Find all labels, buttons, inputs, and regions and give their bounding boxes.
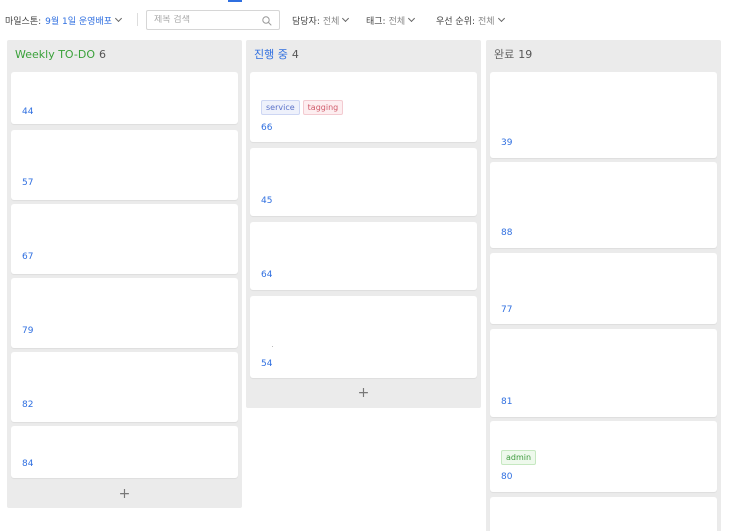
- column-title: 완료: [494, 48, 515, 61]
- task-card[interactable]: 64: [250, 222, 477, 290]
- search-input[interactable]: [154, 15, 254, 25]
- priority-label: 우선 순위:: [436, 16, 476, 27]
- card-number: 45: [261, 196, 273, 206]
- chevron-down-icon: [342, 14, 350, 22]
- card-number: 84: [22, 459, 34, 469]
- task-card[interactable]: 67: [11, 204, 238, 274]
- task-card[interactable]: 39: [490, 72, 717, 158]
- column-done: 완료 19 39 88 77 81 admin 80: [486, 40, 721, 531]
- column-count: 19: [518, 47, 533, 61]
- card-tags: service tagging: [261, 100, 344, 115]
- task-card[interactable]: 57: [11, 130, 238, 200]
- milestone-label: 마일스톤:: [5, 16, 42, 27]
- column-header: 진행 중 4: [246, 40, 481, 68]
- milestone-value: 9월 1일 운영배포: [45, 16, 113, 27]
- card-number: 57: [22, 178, 34, 188]
- task-card[interactable]: 84: [11, 426, 238, 478]
- card-number: 81: [501, 397, 513, 407]
- column-header: 완료 19: [486, 40, 721, 68]
- card-number: 64: [261, 270, 273, 280]
- card-number: 39: [501, 138, 513, 148]
- chevron-down-icon: [114, 14, 123, 22]
- decorative-dot: [272, 346, 273, 347]
- task-card[interactable]: 77: [490, 253, 717, 324]
- tag-badge[interactable]: admin: [501, 450, 537, 465]
- task-card[interactable]: 81: [490, 329, 717, 417]
- filter-bar: 마일스톤: 9월 1일 운영배포 담당자: 전체 태그: 전체 우선 순위: 전…: [0, 10, 743, 30]
- card-number: 44: [22, 107, 34, 117]
- card-number: 54: [261, 359, 273, 369]
- assignee-label: 담당자:: [292, 16, 320, 27]
- task-card[interactable]: 45: [250, 148, 477, 216]
- priority-filter[interactable]: 우선 순위: 전체: [436, 14, 505, 27]
- column-in-progress: 진행 중 4 service tagging 66 45 64 54 +: [246, 40, 481, 408]
- column-count: 6: [98, 47, 106, 61]
- priority-value: 전체: [478, 16, 495, 27]
- tag-value: 전체: [388, 16, 406, 27]
- task-card[interactable]: 79: [11, 278, 238, 348]
- task-card[interactable]: 88: [490, 162, 717, 248]
- chevron-down-icon: [497, 14, 505, 22]
- milestone-filter[interactable]: 마일스톤: 9월 1일 운영배포: [5, 14, 123, 27]
- column-count: 4: [291, 47, 299, 61]
- assignee-filter[interactable]: 담당자: 전체: [292, 14, 350, 27]
- task-card[interactable]: admin 80: [490, 421, 717, 492]
- search-box[interactable]: [146, 10, 280, 30]
- task-card[interactable]: 44: [11, 72, 238, 124]
- divider: [137, 13, 138, 26]
- card-number: 79: [22, 326, 34, 336]
- card-number: 82: [22, 400, 34, 410]
- card-number: 66: [261, 123, 273, 133]
- card-number: 80: [501, 472, 513, 482]
- card-tags: admin: [501, 450, 537, 465]
- card-number: 67: [22, 252, 34, 262]
- task-card[interactable]: service tagging 66: [250, 72, 477, 142]
- column-weekly-todo: Weekly TO-DO 6 44 57 67 79 82 84 +: [7, 40, 242, 508]
- active-tab-indicator: [228, 0, 242, 2]
- column-title: 진행 중: [254, 48, 288, 61]
- card-number: 77: [501, 305, 513, 315]
- column-header: Weekly TO-DO 6: [7, 40, 242, 68]
- tag-badge[interactable]: service: [261, 100, 300, 115]
- card-number: 88: [501, 228, 513, 238]
- task-card[interactable]: 82: [11, 352, 238, 422]
- tag-label: 태그:: [366, 16, 386, 27]
- task-card[interactable]: [490, 497, 717, 531]
- task-card[interactable]: 54: [250, 296, 477, 378]
- chevron-down-icon: [408, 14, 416, 22]
- assignee-value: 전체: [322, 16, 340, 27]
- tag-filter[interactable]: 태그: 전체: [366, 14, 416, 27]
- add-card-button[interactable]: +: [7, 481, 242, 507]
- tag-badge[interactable]: tagging: [302, 100, 344, 115]
- search-icon[interactable]: [262, 16, 272, 26]
- column-title: Weekly TO-DO: [15, 47, 95, 61]
- add-card-button[interactable]: +: [246, 380, 481, 406]
